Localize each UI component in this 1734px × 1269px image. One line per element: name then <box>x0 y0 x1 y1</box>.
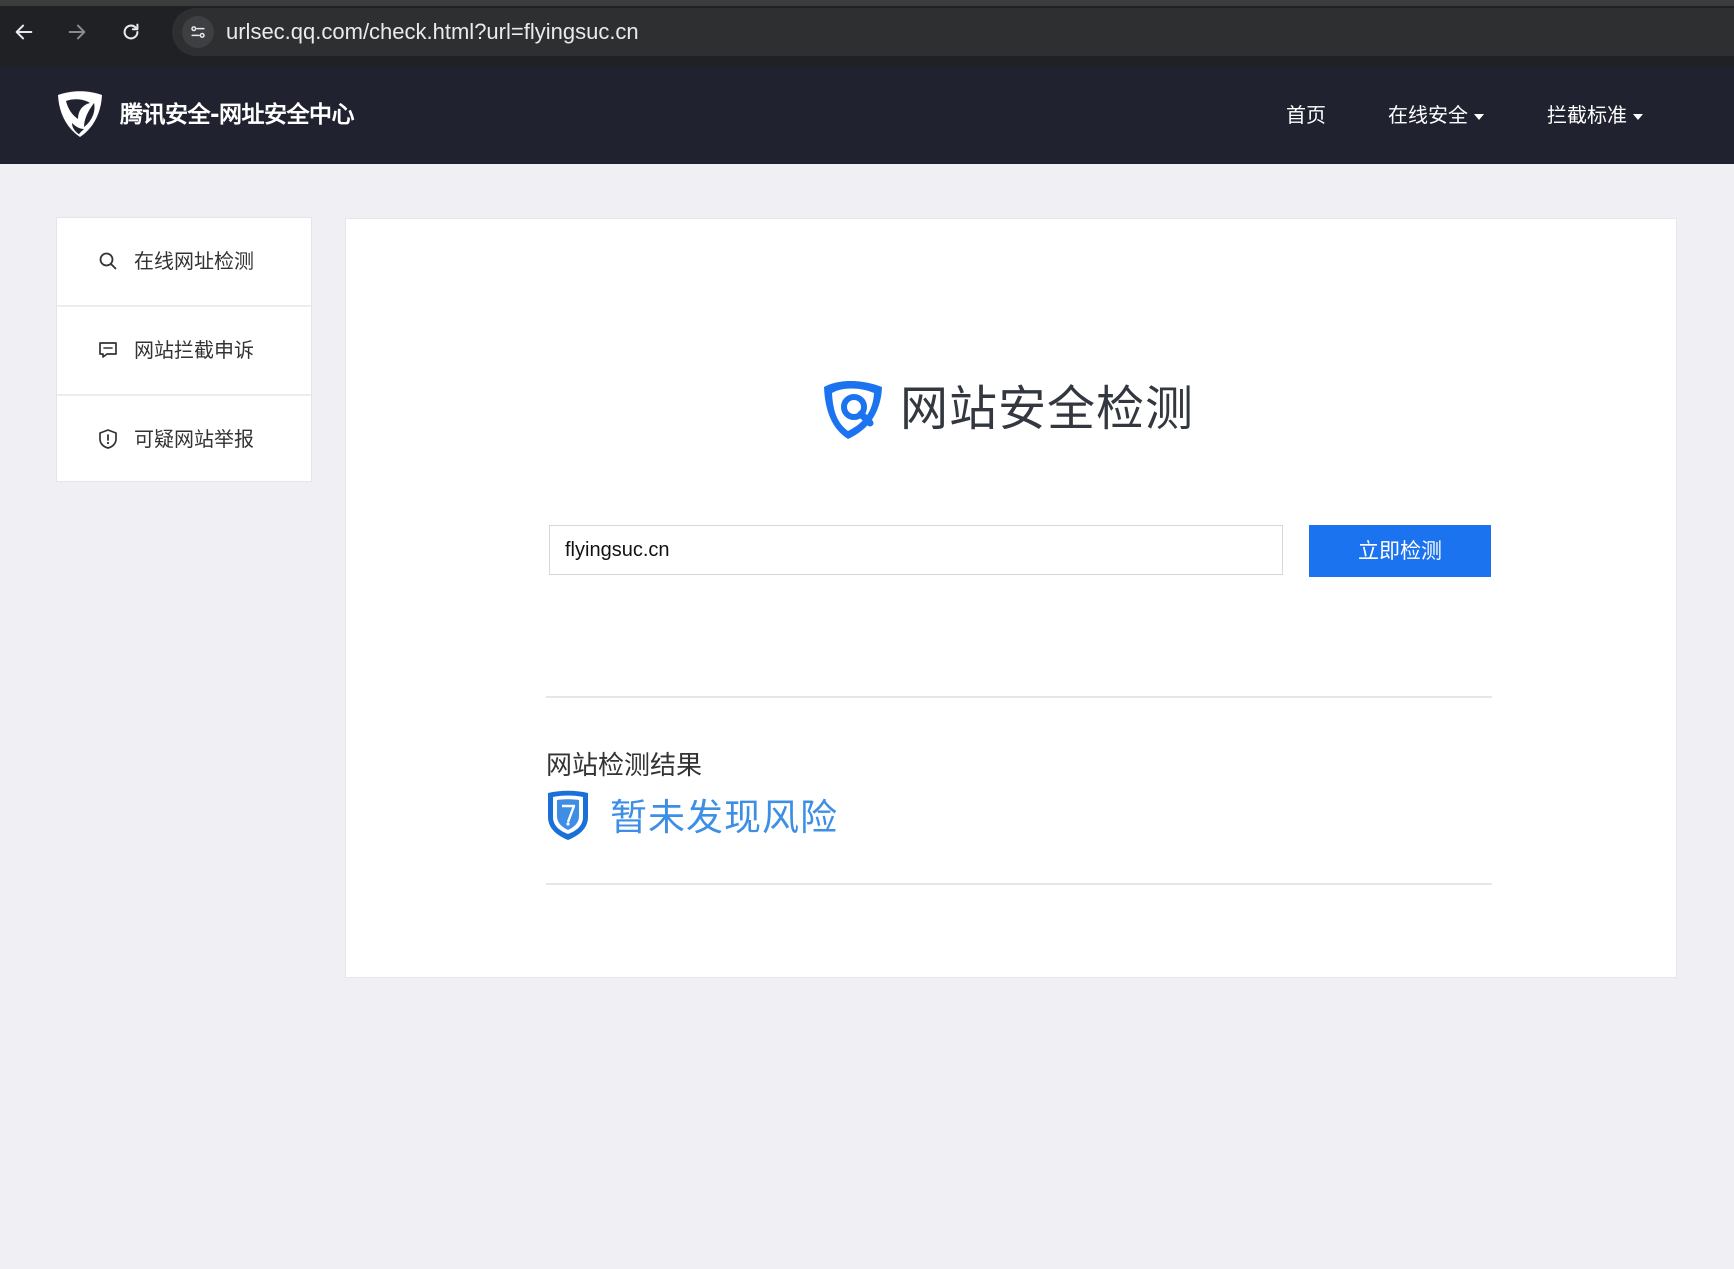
sidebar-item-report[interactable]: 可疑网站举报 <box>57 396 311 483</box>
reload-button[interactable] <box>115 16 147 48</box>
divider <box>546 883 1492 885</box>
site-settings-icon[interactable] <box>182 16 214 48</box>
sidebar-item-label: 在线网址检测 <box>134 249 254 273</box>
tencent-security-logo-icon[interactable] <box>54 89 106 141</box>
arrow-right-icon <box>68 24 86 40</box>
nav-online-security[interactable]: 在线安全 <box>1388 67 1484 164</box>
main-panel: 网站安全检测 立即检测 网站检测结果 暂未发现风险 <box>345 218 1677 978</box>
back-button[interactable] <box>8 16 40 48</box>
url-input[interactable] <box>549 525 1283 575</box>
caret-down-icon <box>1633 113 1643 120</box>
sidebar-item-url-check[interactable]: 在线网址检测 <box>57 218 311 307</box>
url-text[interactable]: urlsec.qq.com/check.html?url=flyingsuc.c… <box>226 8 639 56</box>
divider <box>546 696 1492 698</box>
site-brand[interactable]: 腾讯安全-网址安全中心 <box>120 67 355 164</box>
sidebar-item-label: 网站拦截申诉 <box>134 338 254 362</box>
forward-button[interactable] <box>61 16 93 48</box>
page-title: 网站安全检测 <box>900 381 1195 437</box>
search-icon <box>99 252 117 270</box>
sidebar-item-appeal[interactable]: 网站拦截申诉 <box>57 307 311 396</box>
nav-home-label: 首页 <box>1286 103 1326 127</box>
safe-shield-icon <box>548 790 588 840</box>
browser-top-edge <box>0 0 1734 6</box>
nav-block-standards-label: 拦截标准 <box>1547 103 1627 127</box>
site-header: 腾讯安全-网址安全中心 首页 在线安全 拦截标准 <box>0 67 1734 164</box>
browser-chrome: urlsec.qq.com/check.html?url=flyingsuc.c… <box>0 0 1734 67</box>
nav-block-standards[interactable]: 拦截标准 <box>1547 67 1643 164</box>
shield-search-icon <box>824 381 882 439</box>
nav-online-security-label: 在线安全 <box>1388 103 1468 127</box>
address-bar[interactable]: urlsec.qq.com/check.html?url=flyingsuc.c… <box>172 8 1734 56</box>
shield-alert-icon <box>99 429 117 449</box>
chat-icon <box>99 342 117 358</box>
sidebar-menu: 在线网址检测 网站拦截申诉 可疑网站举报 <box>56 217 312 482</box>
result-status: 暂未发现风险 <box>610 796 838 839</box>
arrow-left-icon <box>15 24 33 40</box>
reload-icon <box>123 23 139 40</box>
check-now-button[interactable]: 立即检测 <box>1309 525 1491 577</box>
caret-down-icon <box>1474 113 1484 120</box>
nav-home[interactable]: 首页 <box>1286 67 1326 164</box>
result-heading: 网站检测结果 <box>546 751 703 781</box>
sidebar-item-label: 可疑网站举报 <box>134 427 254 451</box>
